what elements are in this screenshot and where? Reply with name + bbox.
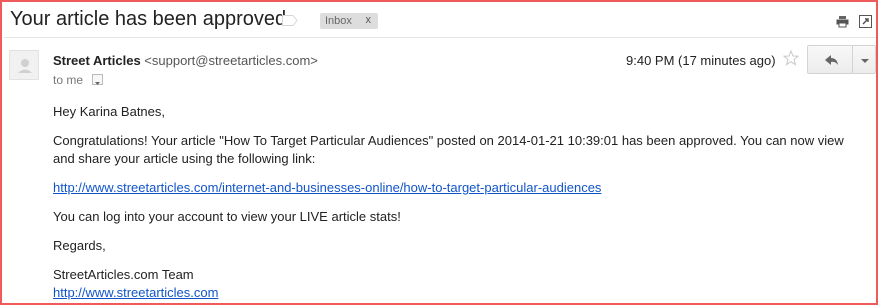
signature-link[interactable]: http://www.streetarticles.com [53,285,218,300]
signature: StreetArticles.com Team http://www.stree… [53,266,868,302]
body-paragraph-2: You can log into your account to view yo… [53,209,401,224]
importance-marker-icon[interactable] [282,15,298,26]
reply-button[interactable] [807,45,853,74]
new-window-icon[interactable] [859,15,872,28]
print-icon[interactable] [836,15,849,28]
star-icon[interactable] [783,50,799,66]
message-timestamp: 9:40 PM (17 minutes ago) [626,53,776,68]
chevron-down-icon [861,59,869,63]
article-link[interactable]: http://www.streetarticles.com/internet-a… [53,180,601,195]
sender-name[interactable]: Street Articles [53,53,141,68]
body-paragraph-1: Congratulations! Your article "How To Ta… [53,133,844,166]
inbox-label-text: Inbox [325,15,352,27]
avatar-icon [18,59,32,73]
sender-email: <support@streetarticles.com> [144,53,318,68]
email-frame: Your article has been approved Inbox x S… [0,0,878,305]
chevron-down-icon [95,82,100,85]
subject-bar: Your article has been approved Inbox x [4,4,876,38]
message-body: Hey Karina Batnes, Congratulations! Your… [53,103,868,302]
sender-line: Street Articles <support@streetarticles.… [53,53,318,68]
signature-name: StreetArticles.com Team [53,267,194,282]
more-actions-button[interactable] [852,45,876,74]
remove-label-button[interactable]: x [366,14,372,26]
email-subject: Your article has been approved [10,8,287,30]
sender-avatar [9,50,39,80]
closing: Regards, [53,238,106,253]
reply-icon [825,55,838,65]
inbox-label[interactable]: Inbox x [320,13,378,29]
recipient-details-button[interactable] [92,74,103,85]
greeting: Hey Karina Batnes, [53,104,166,119]
recipient-text: to me [53,73,84,87]
